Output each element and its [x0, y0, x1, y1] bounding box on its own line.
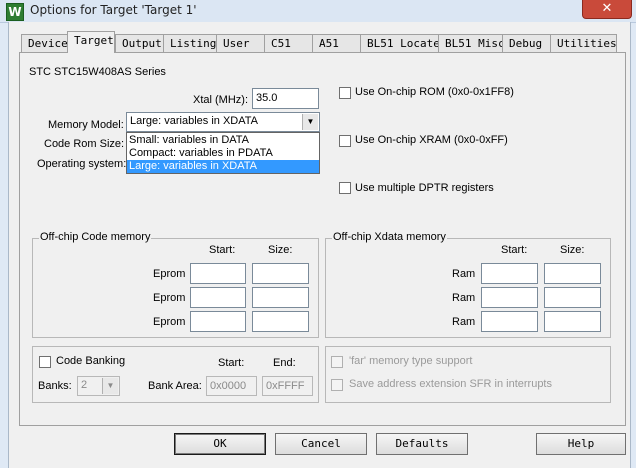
code-banking-checkbox[interactable]	[39, 356, 51, 368]
device-name: STC STC15W408AS Series	[29, 66, 166, 78]
operating-system-label: Operating system:	[37, 158, 127, 170]
offchip-code-title: Off-chip Code memory	[39, 231, 152, 243]
help-button[interactable]: Help	[536, 433, 626, 455]
app-icon: W	[6, 3, 24, 21]
ram-start-3[interactable]	[481, 311, 538, 332]
offchip-code-size-header: Size:	[268, 244, 293, 256]
title-bar: W Options for Target 'Target 1' ✕	[0, 0, 636, 23]
far-memory-checkbox[interactable]	[331, 356, 343, 368]
memory-model-option-small[interactable]: Small: variables in DATA	[127, 134, 319, 147]
offchip-xdata-start-header: Start:	[501, 244, 528, 256]
offchip-xdata-title: Off-chip Xdata memory	[332, 231, 447, 243]
eprom-label-2: Eprom	[153, 292, 186, 304]
save-sfr-checkbox[interactable]	[331, 379, 343, 391]
eprom-size-2[interactable]	[252, 287, 309, 308]
memory-model-option-large[interactable]: Large: variables in XDATA	[127, 160, 319, 173]
xtal-label: Xtal (MHz):	[193, 94, 248, 106]
eprom-size-1[interactable]	[252, 263, 309, 284]
memory-model-option-compact[interactable]: Compact: variables in PDATA	[127, 147, 319, 160]
tab-utilities[interactable]: Utilities	[550, 34, 617, 52]
offchip-xdata-size-header: Size:	[560, 244, 585, 256]
tab-output[interactable]: Output	[115, 34, 165, 52]
tab-c51[interactable]: C51	[264, 34, 314, 52]
code-rom-size-label: Code Rom Size:	[44, 138, 125, 150]
ram-size-1[interactable]	[544, 263, 601, 284]
tab-device[interactable]: Device	[21, 34, 69, 52]
memory-model-select[interactable]: Large: variables in XDATA ▼	[126, 112, 320, 132]
ram-size-3[interactable]	[544, 311, 601, 332]
ram-start-2[interactable]	[481, 287, 538, 308]
tab-bl51-locate[interactable]: BL51 Locate	[360, 34, 440, 52]
chevron-down-icon[interactable]: ▼	[302, 114, 318, 130]
memory-model-label: Memory Model:	[48, 119, 124, 131]
dialog: Device Target Output Listing User C51 A5…	[8, 22, 631, 468]
cancel-button[interactable]: Cancel	[275, 433, 367, 455]
eprom-start-2[interactable]	[190, 287, 246, 308]
onchip-rom-label: Use On-chip ROM (0x0-0x1FF8)	[355, 86, 514, 98]
bank-area-start-input[interactable]: 0x0000	[206, 376, 257, 396]
ram-label-2: Ram	[452, 292, 476, 304]
tab-user[interactable]: User	[216, 34, 266, 52]
eprom-start-1[interactable]	[190, 263, 246, 284]
tab-target[interactable]: Target	[67, 31, 115, 53]
window-title: Options for Target 'Target 1'	[30, 3, 197, 17]
far-memory-label: 'far' memory type support	[349, 355, 473, 367]
close-button[interactable]: ✕	[582, 0, 632, 19]
eprom-start-3[interactable]	[190, 311, 246, 332]
bank-area-label: Bank Area:	[148, 380, 202, 392]
offchip-code-start-header: Start:	[209, 244, 236, 256]
chevron-down-icon[interactable]: ▼	[102, 378, 118, 394]
ram-size-2[interactable]	[544, 287, 601, 308]
banks-select[interactable]: 2 ▼	[77, 376, 120, 396]
save-sfr-label: Save address extension SFR in interrupts	[349, 378, 552, 390]
xtal-input[interactable]: 35.0	[252, 88, 319, 109]
ram-label-1: Ram	[452, 268, 476, 280]
memory-model-value: Large: variables in XDATA	[130, 115, 258, 127]
ram-start-1[interactable]	[481, 263, 538, 284]
onchip-rom-checkbox[interactable]	[339, 87, 351, 99]
banks-value: 2	[81, 379, 88, 391]
bank-area-end-header: End:	[273, 357, 296, 369]
multiple-dptr-label: Use multiple DPTR registers	[355, 182, 494, 194]
ram-label-3: Ram	[452, 316, 476, 328]
eprom-label-3: Eprom	[153, 316, 186, 328]
banks-label: Banks:	[38, 380, 72, 392]
tab-debug[interactable]: Debug	[502, 34, 552, 52]
ok-button[interactable]: OK	[174, 433, 266, 455]
eprom-size-3[interactable]	[252, 311, 309, 332]
bank-area-start-header: Start:	[218, 357, 245, 369]
tab-bl51-misc[interactable]: BL51 Misc	[438, 34, 505, 52]
multiple-dptr-checkbox[interactable]	[339, 182, 351, 194]
bank-area-end-input[interactable]: 0xFFFF	[262, 376, 313, 396]
onchip-xram-label: Use On-chip XRAM (0x0-0xFF)	[355, 134, 508, 146]
tab-a51[interactable]: A51	[312, 34, 362, 52]
memory-model-dropdown: Small: variables in DATA Compact: variab…	[126, 132, 320, 174]
defaults-button[interactable]: Defaults	[376, 433, 468, 455]
eprom-label-1: Eprom	[153, 268, 186, 280]
onchip-xram-checkbox[interactable]	[339, 135, 351, 147]
code-banking-label: Code Banking	[56, 355, 126, 367]
tab-listing[interactable]: Listing	[163, 34, 218, 52]
